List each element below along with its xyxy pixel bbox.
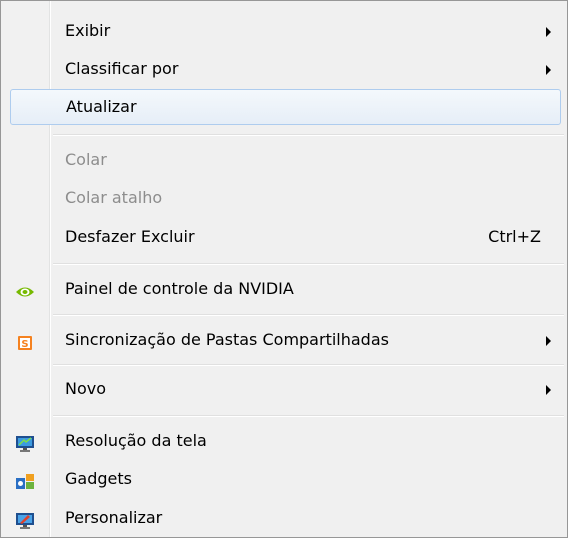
menu-item-label: Sincronização de Pastas Compartilhadas	[65, 330, 389, 349]
menu-item-label: Painel de controle da NVIDIA	[65, 279, 294, 298]
menu-item-label: Exibir	[65, 21, 111, 40]
menu-item-desfazer-excluir[interactable]: Desfazer Excluir Ctrl+Z	[4, 219, 564, 255]
menu-item-atualizar[interactable]: Atualizar	[10, 89, 561, 125]
menu-item-colar[interactable]: Colar	[4, 142, 564, 178]
menu-item-label: Novo	[65, 379, 107, 398]
menu-item-label: Resolução da tela	[65, 431, 207, 450]
menu-item-colar-atalho[interactable]: Colar atalho	[4, 180, 564, 216]
menu-item-resolucao-tela[interactable]: Resolução da tela	[4, 423, 564, 459]
menu-item-label: Atualizar	[66, 97, 137, 116]
menu-item-label: Colar atalho	[65, 188, 163, 207]
nvidia-icon	[14, 279, 36, 299]
desktop-context-menu: Exibir Classificar por Atualizar Colar C…	[0, 0, 568, 538]
svg-text:S: S	[21, 339, 28, 350]
menu-item-label: Classificar por	[65, 59, 179, 78]
submenu-arrow-icon	[546, 336, 551, 346]
screen-resolution-icon	[14, 431, 36, 452]
menu-separator	[53, 134, 564, 136]
menu-item-gadgets[interactable]: Gadgets	[4, 461, 564, 497]
personalize-icon	[14, 508, 36, 529]
submenu-arrow-icon	[546, 65, 551, 75]
menu-separator	[53, 314, 564, 316]
menu-item-novo[interactable]: Novo	[4, 371, 564, 407]
menu-item-classificar-por[interactable]: Classificar por	[4, 51, 564, 87]
menu-separator	[53, 415, 564, 417]
menu-item-shortcut: Ctrl+Z	[488, 227, 541, 246]
menu-item-personalizar[interactable]: Personalizar	[4, 500, 564, 536]
submenu-arrow-icon	[546, 27, 551, 37]
menu-item-label: Desfazer Excluir	[65, 227, 195, 246]
submenu-arrow-icon	[546, 385, 551, 395]
gadgets-icon	[14, 469, 36, 489]
menu-item-label: Colar	[65, 150, 107, 169]
menu-item-exibir[interactable]: Exibir	[4, 13, 564, 49]
menu-item-painel-nvidia[interactable]: Painel de controle da NVIDIA	[4, 271, 564, 307]
menu-separator	[53, 364, 564, 366]
sync-folders-icon: S	[14, 330, 36, 350]
menu-separator	[53, 263, 564, 265]
menu-item-sincronizacao-pastas[interactable]: S Sincronização de Pastas Compartilhadas	[4, 322, 564, 358]
menu-item-label: Gadgets	[65, 469, 132, 488]
menu-item-label: Personalizar	[65, 508, 163, 527]
